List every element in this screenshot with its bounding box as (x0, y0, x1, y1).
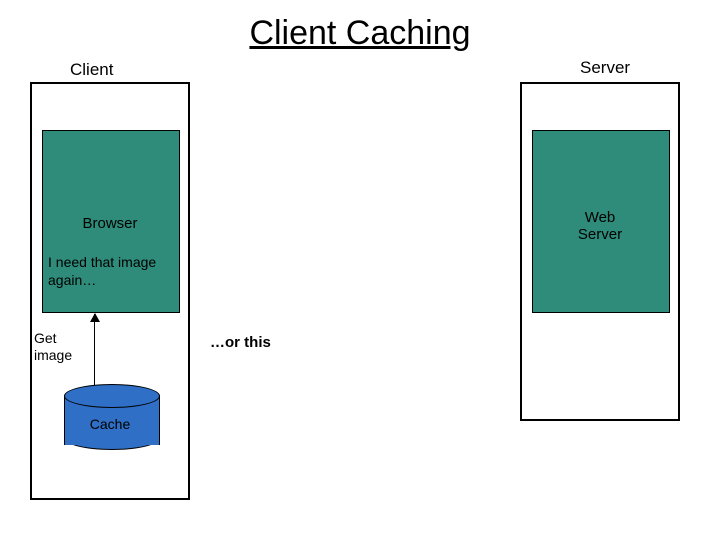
browser-thought: I need that image again… (48, 254, 158, 289)
cache-cylinder (64, 384, 158, 446)
client-label: Client (70, 60, 113, 80)
page-title: Client Caching (0, 14, 720, 53)
get-image-label: Get image (34, 330, 92, 364)
web-server-label: WebServer (522, 209, 678, 244)
arrow-cache-to-browser (94, 314, 95, 392)
diagram-stage: Client Caching Client Server Browser I n… (0, 0, 720, 540)
browser-label: Browser (32, 215, 188, 232)
or-this-annotation: …or this (210, 334, 271, 351)
server-label: Server (580, 58, 630, 78)
server-box: WebServer (520, 82, 680, 421)
cache-top-ellipse (64, 384, 160, 408)
client-box: Browser I need that image again… Get ima… (30, 82, 190, 500)
cache-label: Cache (32, 416, 188, 432)
